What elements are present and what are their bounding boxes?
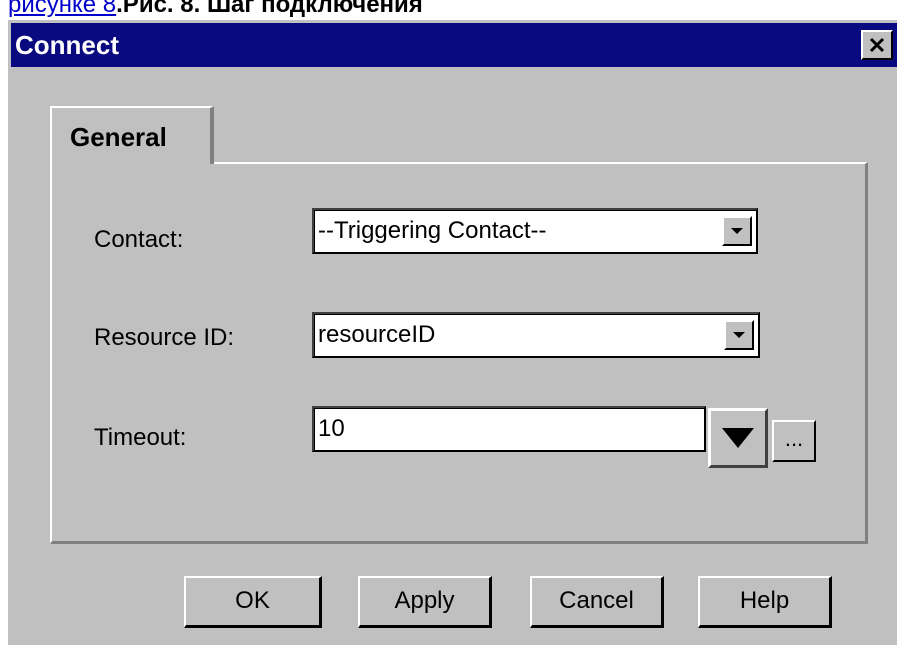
- resource-id-value: resourceID: [318, 321, 436, 348]
- timeout-label: Timeout:: [94, 424, 187, 451]
- contact-select[interactable]: --Triggering Contact--: [312, 208, 758, 254]
- connect-dialog: Connect General Contact: --Triggering Co…: [8, 20, 897, 645]
- caption-text: .Рис. 8. Шаг подключения: [116, 0, 423, 18]
- chevron-down-icon: [722, 428, 754, 448]
- figure-caption: рисунке 8.Рис. 8. Шаг подключения: [8, 0, 608, 20]
- timeout-browse-button[interactable]: ...: [772, 420, 816, 462]
- title-bar[interactable]: Connect: [11, 23, 897, 67]
- chevron-down-icon: [731, 228, 743, 234]
- timeout-value: 10: [318, 415, 345, 442]
- resource-id-label: Resource ID:: [94, 324, 235, 351]
- tab-general-label: General: [70, 122, 167, 152]
- contact-value: --Triggering Contact--: [318, 217, 547, 244]
- close-icon: [869, 37, 885, 53]
- cancel-button[interactable]: Cancel: [530, 576, 664, 628]
- chevron-down-icon: [733, 332, 745, 338]
- dialog-title: Connect: [15, 30, 119, 60]
- resource-id-select[interactable]: resourceID: [312, 312, 760, 358]
- help-button[interactable]: Help: [698, 576, 832, 628]
- timeout-input[interactable]: 10: [312, 406, 706, 452]
- resource-id-dropdown-button[interactable]: [724, 320, 754, 350]
- contact-label: Contact:: [94, 226, 184, 253]
- tab-general[interactable]: General: [50, 106, 214, 164]
- close-button[interactable]: [861, 30, 893, 60]
- apply-button[interactable]: Apply: [358, 576, 492, 628]
- contact-dropdown-button[interactable]: [722, 216, 752, 246]
- ok-button[interactable]: OK: [184, 576, 322, 628]
- caption-link[interactable]: рисунке 8: [8, 0, 116, 18]
- timeout-dropdown-button[interactable]: [708, 408, 768, 468]
